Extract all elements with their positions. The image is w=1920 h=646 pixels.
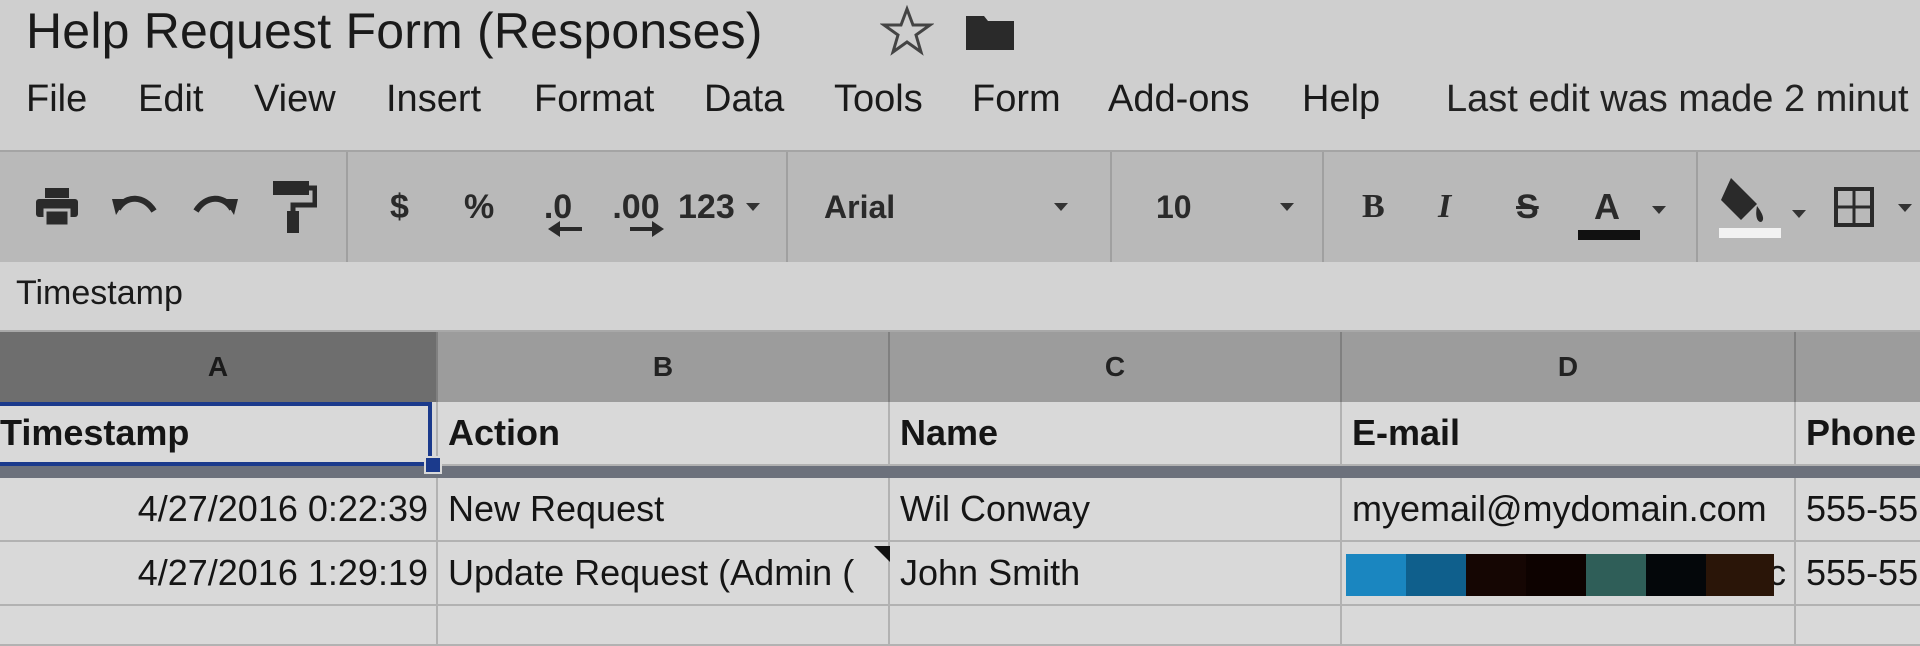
- font-size-caret-icon: [1280, 203, 1294, 211]
- column-header-d[interactable]: D: [1342, 332, 1796, 402]
- cell-b1[interactable]: Action: [438, 402, 890, 464]
- redacted-email-block: [1346, 554, 1774, 596]
- cell-c1[interactable]: Name: [890, 402, 1342, 464]
- table-row: [0, 606, 1920, 646]
- cell-e4[interactable]: [1796, 606, 1920, 644]
- last-edit-status[interactable]: Last edit was made 2 minut: [1446, 78, 1909, 121]
- text-color-caret-icon: [1652, 206, 1666, 214]
- print-icon: [36, 188, 78, 228]
- folder-icon[interactable]: [964, 12, 1016, 52]
- cell-e2[interactable]: 555-55: [1796, 478, 1920, 540]
- more-formats-caret-icon: [746, 203, 760, 211]
- cell-d4[interactable]: [1342, 606, 1796, 644]
- arrow-right-icon: [630, 221, 664, 237]
- column-header-c[interactable]: C: [890, 332, 1342, 402]
- toolbar: $ % .0 .00 123 Arial 10 B I S A: [0, 150, 1920, 264]
- cell-e1[interactable]: Phone: [1796, 402, 1920, 464]
- redaction-swatch: [1466, 554, 1526, 596]
- cell-d1[interactable]: E-mail: [1342, 402, 1796, 464]
- menu-edit[interactable]: Edit: [138, 78, 203, 121]
- font-family-select[interactable]: Arial: [824, 152, 895, 262]
- formula-bar[interactable]: Timestamp: [0, 262, 1920, 332]
- currency-format-button[interactable]: $: [390, 152, 409, 262]
- fill-color-button[interactable]: [1716, 152, 1784, 262]
- menu-bar: File Edit View Insert Format Data Tools …: [0, 78, 1920, 130]
- borders-caret-icon: [1898, 204, 1912, 212]
- star-icon[interactable]: [880, 4, 934, 58]
- fill-handle[interactable]: [424, 456, 442, 474]
- increase-decimal-button[interactable]: .00: [602, 152, 670, 262]
- fill-color-caret-icon: [1792, 210, 1806, 218]
- column-header-e[interactable]: [1796, 332, 1920, 402]
- document-title[interactable]: Help Request Form (Responses): [26, 2, 763, 60]
- font-size-select[interactable]: 10: [1156, 152, 1192, 262]
- undo-icon: [112, 195, 157, 215]
- redaction-swatch: [1406, 554, 1466, 596]
- formula-bar-value[interactable]: Timestamp: [16, 274, 183, 313]
- borders-icon: [1834, 187, 1874, 227]
- cell-a4[interactable]: [0, 606, 438, 644]
- decrease-decimal-button[interactable]: .0: [530, 152, 586, 262]
- active-cell-selection: [0, 402, 432, 466]
- column-header-a[interactable]: A: [0, 332, 438, 402]
- redaction-swatch: [1586, 554, 1646, 596]
- more-formats-button[interactable]: 123: [678, 152, 735, 262]
- bold-button[interactable]: B: [1362, 152, 1385, 262]
- table-row: 4/27/2016 0:22:39 New Request Wil Conway…: [0, 478, 1920, 542]
- paint-bucket-icon: [1719, 178, 1781, 238]
- strikethrough-button[interactable]: S: [1516, 152, 1539, 262]
- redo-button[interactable]: [186, 152, 244, 262]
- paint-format-button[interactable]: [266, 152, 322, 262]
- menu-format[interactable]: Format: [534, 78, 654, 121]
- italic-button[interactable]: I: [1438, 152, 1451, 262]
- cell-note-indicator[interactable]: [874, 546, 890, 562]
- cell-e3[interactable]: 555-55: [1796, 542, 1920, 604]
- font-family-caret-icon: [1054, 203, 1068, 211]
- paint-roller-icon: [273, 181, 317, 233]
- text-color-swatch: [1578, 230, 1640, 240]
- redaction-swatch: [1646, 554, 1706, 596]
- percent-format-button[interactable]: %: [464, 152, 494, 262]
- menu-view[interactable]: View: [254, 78, 336, 121]
- cell-b3[interactable]: Update Request (Admin (: [438, 542, 890, 604]
- column-header-b[interactable]: B: [438, 332, 890, 402]
- menu-file[interactable]: File: [26, 78, 87, 121]
- menu-insert[interactable]: Insert: [386, 78, 481, 121]
- cell-b2[interactable]: New Request: [438, 478, 890, 540]
- undo-button[interactable]: [106, 152, 164, 262]
- arrow-left-icon: [548, 221, 582, 237]
- redaction-swatch: [1346, 554, 1406, 596]
- borders-button[interactable]: [1828, 152, 1880, 262]
- frozen-row-divider[interactable]: [0, 466, 1920, 478]
- menu-form[interactable]: Form: [972, 78, 1061, 121]
- cell-c4[interactable]: [890, 606, 1342, 644]
- menu-tools[interactable]: Tools: [834, 78, 923, 121]
- cell-a2[interactable]: 4/27/2016 0:22:39: [0, 478, 438, 540]
- menu-help[interactable]: Help: [1302, 78, 1380, 121]
- redaction-swatch: [1706, 554, 1774, 596]
- redo-icon: [193, 195, 238, 215]
- column-headers: A B C D: [0, 332, 1920, 404]
- cell-b4[interactable]: [438, 606, 890, 644]
- menu-addons[interactable]: Add-ons: [1108, 78, 1250, 121]
- cell-c2[interactable]: Wil Conway: [890, 478, 1342, 540]
- text-color-button[interactable]: A: [1594, 152, 1620, 262]
- redaction-swatch: [1526, 554, 1586, 596]
- cell-a3[interactable]: 4/27/2016 1:29:19: [0, 542, 438, 604]
- cell-d2[interactable]: myemail@mydomain.com: [1342, 478, 1796, 540]
- menu-data[interactable]: Data: [704, 78, 784, 121]
- print-button[interactable]: [28, 152, 86, 262]
- cell-c3[interactable]: John Smith: [890, 542, 1342, 604]
